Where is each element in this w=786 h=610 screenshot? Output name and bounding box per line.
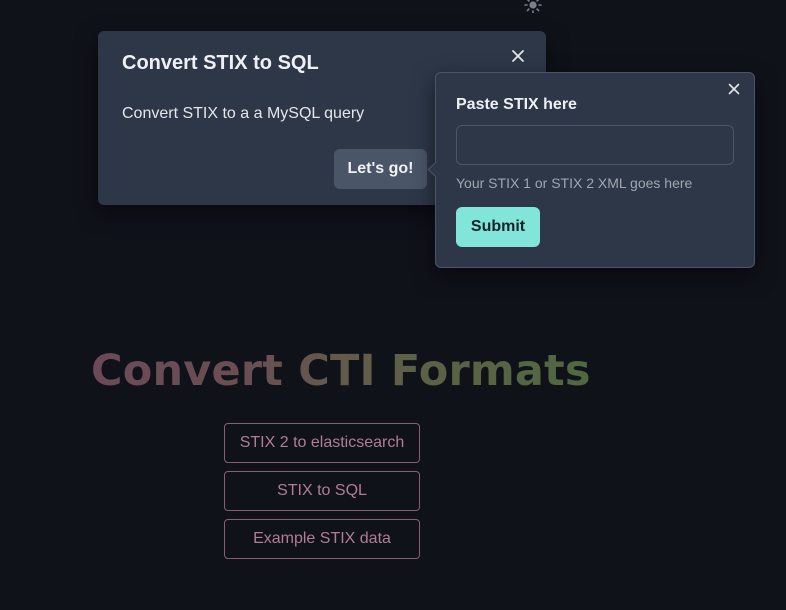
lets-go-button[interactable]: Let's go! [334, 149, 427, 189]
close-icon [512, 50, 524, 62]
stix-input-label: Paste STIX here [456, 96, 577, 113]
stix2-elasticsearch-button[interactable]: STIX 2 to elasticsearch [224, 423, 420, 463]
converter-nav: STIX 2 to elasticsearch STIX to SQL Exam… [224, 423, 420, 567]
stix-input[interactable] [456, 125, 734, 165]
close-icon [728, 83, 740, 95]
hero: Convert CTI Formats [91, 340, 631, 402]
stix-to-sql-button[interactable]: STIX to SQL [224, 471, 420, 511]
stix-input-help: Your STIX 1 or STIX 2 XML goes here [456, 175, 693, 191]
page-title: Convert CTI Formats [91, 340, 631, 402]
dialog-title: Convert STIX to SQL [122, 52, 319, 74]
stix-input-popover: Paste STIX here Your STIX 1 or STIX 2 XM… [427, 72, 755, 268]
dialog-body-text: Convert STIX to a a MySQL query [122, 105, 365, 122]
example-stix-data-button[interactable]: Example STIX data [224, 519, 420, 559]
popover-close-button[interactable] [725, 80, 743, 98]
submit-button[interactable]: Submit [456, 207, 540, 247]
sun-icon[interactable] [524, 0, 542, 14]
dialog-close-button[interactable] [506, 44, 530, 68]
